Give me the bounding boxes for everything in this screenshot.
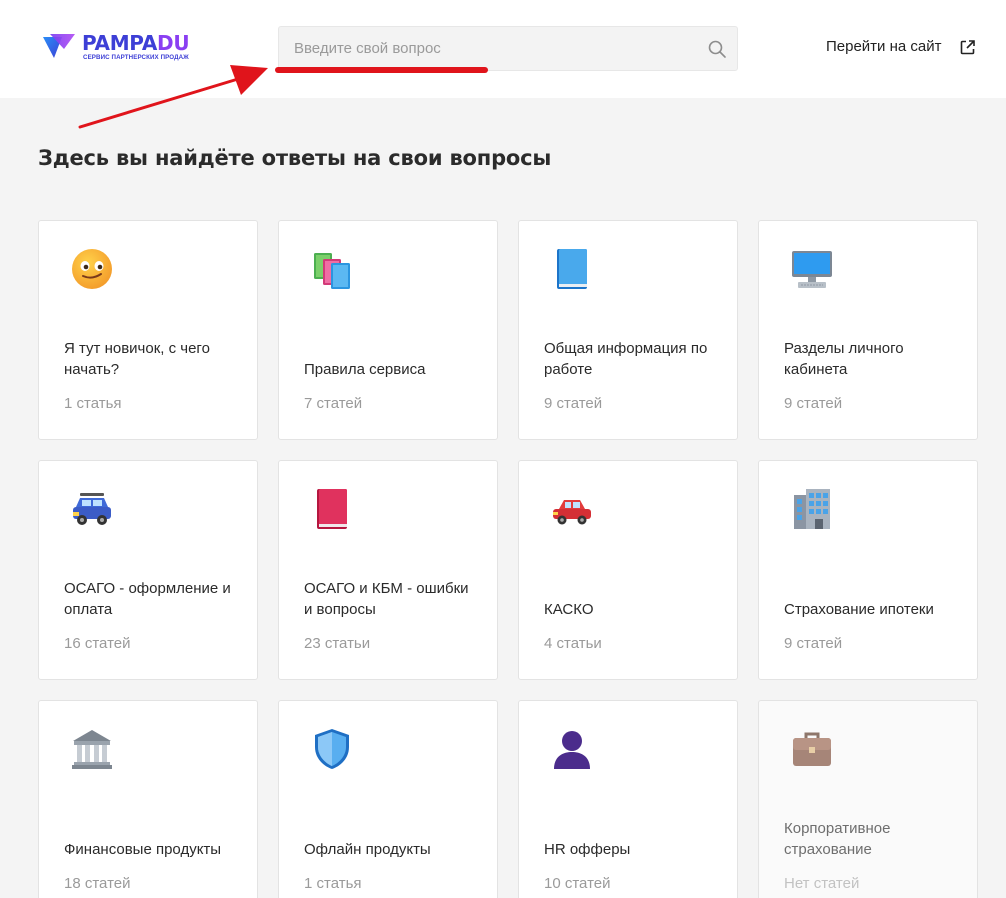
category-card-newbie[interactable]: Я тут новичок, с чего начать? 1 статья <box>38 220 258 440</box>
card-title: КАСКО <box>544 601 594 618</box>
category-card-osago[interactable]: ОСАГО - оформление и оплата 16 статей <box>38 460 258 680</box>
category-card-corporate[interactable]: Корпоративное страхование Нет статей <box>758 700 978 898</box>
smiling-face-icon <box>72 249 112 289</box>
category-card-offline[interactable]: Офлайн продукты 1 статья <box>278 700 498 898</box>
category-card-mortgage[interactable]: Страхование ипотеки 9 статей <box>758 460 978 680</box>
card-article-count: 4 статьи <box>544 635 602 652</box>
bank-building-icon <box>72 730 112 769</box>
red-book-icon <box>317 489 347 529</box>
category-card-financial[interactable]: Финансовые продукты 18 статей <box>38 700 258 898</box>
card-article-count: 18 статей <box>64 875 131 892</box>
card-title: Общая информация по работе <box>544 340 708 378</box>
category-card-kasko[interactable]: КАСКО 4 статьи <box>518 460 738 680</box>
card-title: ОСАГО и КБМ - ошибки и вопросы <box>304 580 469 618</box>
person-silhouette-icon <box>554 731 590 769</box>
page-title: Здесь вы найдёте ответы на свои вопросы <box>38 146 552 170</box>
card-article-count: 23 статьи <box>304 635 371 652</box>
card-article-count: 10 статей <box>544 875 611 892</box>
logo-word-part1: PAMPA <box>82 31 158 55</box>
logo-wordmark: PAMPADU <box>82 31 190 55</box>
card-article-count: 1 статья <box>304 875 362 892</box>
card-title: ОСАГО - оформление и оплата <box>64 580 231 618</box>
desktop-computer-icon <box>792 251 832 288</box>
office-building-icon <box>794 489 830 529</box>
category-card-general-info[interactable]: Общая информация по работе 9 статей <box>518 220 738 440</box>
card-title: Корпоративное страхование <box>784 820 891 858</box>
card-title: Я тут новичок, с чего начать? <box>64 340 210 378</box>
logo-word-part2: DU <box>157 31 190 55</box>
external-link-icon[interactable] <box>959 39 976 56</box>
card-article-count: Нет статей <box>784 875 860 892</box>
card-title: Страхование ипотеки <box>784 601 934 618</box>
category-card-cabinet[interactable]: Разделы личного кабинета 9 статей <box>758 220 978 440</box>
search-icon[interactable] <box>707 39 727 59</box>
card-title: Офлайн продукты <box>304 841 431 858</box>
blue-book-icon <box>557 249 587 289</box>
card-article-count: 16 статей <box>64 635 131 652</box>
card-title: Разделы личного кабинета <box>784 340 904 378</box>
go-to-site-link[interactable]: Перейти на сайт <box>826 38 942 58</box>
card-article-count: 1 статья <box>64 395 122 412</box>
category-card-osago-kbm[interactable]: ОСАГО и КБМ - ошибки и вопросы 23 статьи <box>278 460 498 680</box>
card-article-count: 9 статей <box>784 635 843 652</box>
annotation-arrow <box>78 65 488 129</box>
card-article-count: 9 статей <box>544 395 603 412</box>
red-car-icon <box>553 500 591 525</box>
suv-car-icon <box>73 493 111 525</box>
card-article-count: 7 статей <box>304 395 363 412</box>
card-article-count: 9 статей <box>784 395 843 412</box>
books-icon <box>314 253 350 289</box>
category-card-hr[interactable]: HR офферы 10 статей <box>518 700 738 898</box>
category-card-rules[interactable]: Правила сервиса 7 статей <box>278 220 498 440</box>
card-title: Правила сервиса <box>304 361 426 378</box>
card-title: HR офферы <box>544 841 631 858</box>
briefcase-icon <box>793 732 831 766</box>
card-title: Финансовые продукты <box>64 841 222 858</box>
shield-icon <box>315 729 349 769</box>
